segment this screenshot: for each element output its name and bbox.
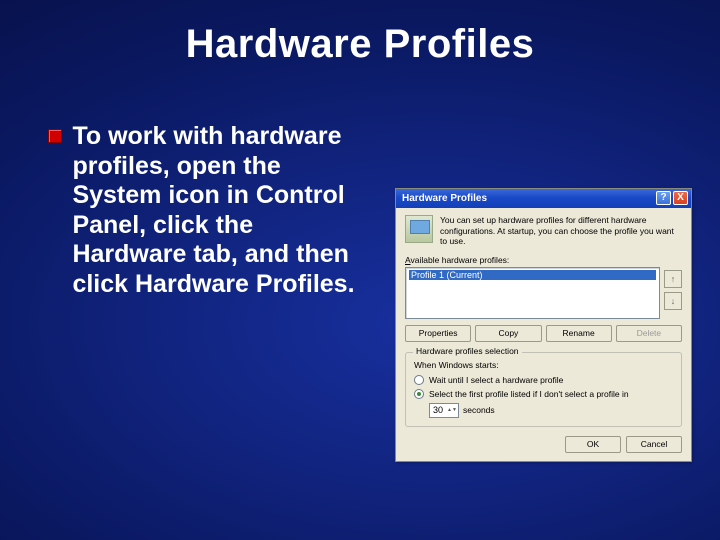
help-button[interactable]: ? — [656, 191, 671, 205]
properties-button[interactable]: Properties — [405, 325, 471, 342]
close-button[interactable]: X — [673, 191, 688, 205]
copy-button[interactable]: Copy — [475, 325, 541, 342]
bullet-item: To work with hardware profiles, open the… — [48, 122, 378, 299]
seconds-label: seconds — [463, 405, 495, 415]
hardware-profiles-dialog: Hardware Profiles ? X You can set up har… — [395, 188, 692, 462]
move-down-button[interactable]: ↓ — [664, 292, 682, 310]
ok-button[interactable]: OK — [565, 436, 621, 453]
delete-button: Delete — [616, 325, 682, 342]
radio-wait[interactable] — [414, 375, 424, 385]
groupbox-title: Hardware profiles selection — [413, 346, 522, 356]
profile-list-item[interactable]: Profile 1 (Current) — [409, 270, 656, 280]
available-profiles-label: Available hardware profiles: — [405, 255, 682, 265]
when-windows-starts-label: When Windows starts: — [414, 360, 673, 370]
selection-groupbox: Hardware profiles selection When Windows… — [405, 352, 682, 427]
radio-wait-label: Wait until I select a hardware profile — [429, 375, 563, 385]
move-up-button[interactable]: ↑ — [664, 270, 682, 288]
dialog-title: Hardware Profiles — [402, 193, 487, 204]
dialog-titlebar[interactable]: Hardware Profiles ? X — [396, 189, 691, 208]
slide-title: Hardware Profiles — [0, 0, 720, 67]
dialog-intro-text: You can set up hardware profiles for dif… — [440, 215, 682, 247]
profiles-listbox[interactable]: Profile 1 (Current) — [405, 267, 660, 319]
bullet-marker-icon — [48, 129, 62, 143]
hardware-profiles-icon — [405, 215, 433, 243]
spinner-icon[interactable]: ▲▼ — [447, 408, 455, 413]
rename-button[interactable]: Rename — [546, 325, 612, 342]
cancel-button[interactable]: Cancel — [626, 436, 682, 453]
seconds-input[interactable]: 30 ▲▼ — [429, 403, 459, 418]
radio-select-first-label: Select the first profile listed if I don… — [429, 389, 629, 399]
bullet-text: To work with hardware profiles, open the… — [72, 122, 370, 299]
radio-select-first[interactable] — [414, 389, 424, 399]
